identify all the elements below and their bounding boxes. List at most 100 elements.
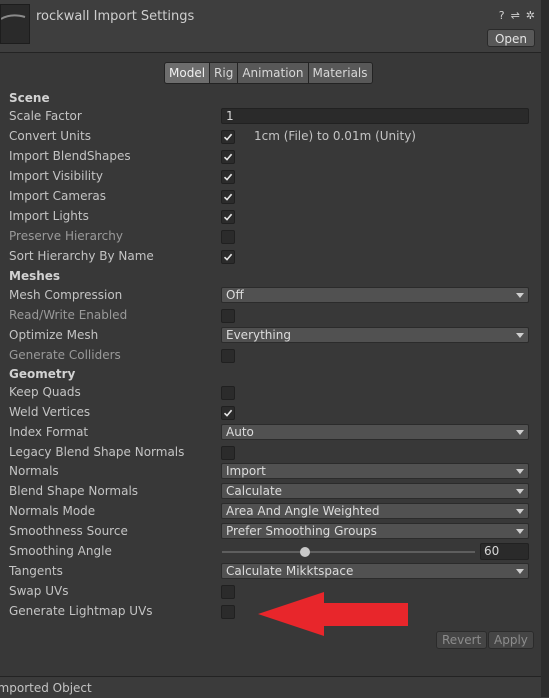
- normals-mode-dropdown[interactable]: Area And Angle Weighted: [221, 503, 529, 519]
- normals-dropdown[interactable]: Import: [221, 463, 529, 479]
- weld-vertices-label: Weld Vertices: [9, 405, 91, 419]
- tangents-value: Calculate Mikktspace: [226, 564, 354, 578]
- smoothing-angle-row: Smoothing Angle 60: [0, 542, 549, 562]
- checkmark-icon: [223, 193, 233, 201]
- mesh-compression-label: Mesh Compression: [9, 288, 123, 302]
- generate-colliders-checkbox[interactable]: [221, 349, 235, 363]
- mesh-compression-row: Mesh Compression Off: [0, 286, 549, 306]
- import-lights-checkbox[interactable]: [221, 210, 235, 224]
- imported-object-footer: Imported Object: [0, 676, 549, 698]
- dropdown-arrow-icon: [516, 489, 524, 494]
- asset-title: rockwall Import Settings: [36, 9, 195, 24]
- smoothness-source-label: Smoothness Source: [9, 524, 128, 538]
- smoothing-angle-slider-thumb[interactable]: [300, 547, 311, 557]
- generate-colliders-label: Generate Colliders: [9, 348, 121, 362]
- keep-quads-label: Keep Quads: [9, 385, 81, 399]
- dropdown-arrow-icon: [516, 333, 524, 338]
- import-cameras-checkbox[interactable]: [221, 190, 235, 204]
- checkmark-icon: [223, 133, 233, 141]
- settings-icon[interactable]: ✲: [526, 9, 535, 22]
- tab-model[interactable]: Model: [165, 63, 211, 83]
- geometry-heading: Geometry: [9, 367, 76, 381]
- blend-shape-normals-value: Calculate: [226, 484, 283, 498]
- generate-colliders-row: Generate Colliders: [0, 346, 549, 366]
- import-cameras-row: Import Cameras: [0, 187, 549, 207]
- sort-hierarchy-row: Sort Hierarchy By Name: [0, 247, 549, 267]
- preset-icon[interactable]: ⇌: [511, 9, 520, 22]
- import-blendshapes-row: Import BlendShapes: [0, 147, 549, 167]
- import-blendshapes-checkbox[interactable]: [221, 150, 235, 164]
- blend-shape-normals-dropdown[interactable]: Calculate: [221, 483, 529, 499]
- scale-factor-row: Scale Factor 1: [0, 107, 549, 127]
- smoothness-source-value: Prefer Smoothing Groups: [226, 524, 377, 538]
- scale-factor-label: Scale Factor: [9, 109, 82, 123]
- import-blendshapes-label: Import BlendShapes: [9, 149, 131, 163]
- lightmap-uvs-checkbox[interactable]: [221, 605, 235, 619]
- tab-materials[interactable]: Materials: [308, 63, 372, 83]
- import-tabs: Model Rig Animation Materials: [164, 62, 373, 84]
- dropdown-arrow-icon: [516, 529, 524, 534]
- dropdown-arrow-icon: [516, 569, 524, 574]
- apply-button[interactable]: Apply: [488, 631, 534, 649]
- meshes-heading: Meshes: [9, 269, 61, 283]
- smoothing-angle-input[interactable]: 60: [480, 543, 529, 560]
- checkmark-icon: [223, 173, 233, 181]
- weld-vertices-checkbox[interactable]: [221, 406, 235, 420]
- normals-label: Normals: [9, 464, 59, 478]
- checkmark-icon: [223, 213, 233, 221]
- lightmap-uvs-label: Generate Lightmap UVs: [9, 604, 153, 618]
- import-visibility-checkbox[interactable]: [221, 170, 235, 184]
- index-format-dropdown[interactable]: Auto: [221, 424, 529, 440]
- revert-button[interactable]: Revert: [436, 631, 488, 649]
- dropdown-arrow-icon: [516, 293, 524, 298]
- scene-heading: Scene: [9, 91, 50, 105]
- imported-object-label: Imported Object: [0, 681, 92, 695]
- blend-shape-normals-row: Blend Shape Normals Calculate: [0, 482, 549, 502]
- smoothness-source-dropdown[interactable]: Prefer Smoothing Groups: [221, 523, 529, 539]
- tangents-dropdown[interactable]: Calculate Mikktspace: [221, 563, 529, 579]
- blend-shape-normals-label: Blend Shape Normals: [9, 484, 139, 498]
- sort-hierarchy-label: Sort Hierarchy By Name: [9, 249, 154, 263]
- keep-quads-checkbox[interactable]: [221, 386, 235, 400]
- normals-row: Normals Import: [0, 462, 549, 482]
- optimize-mesh-dropdown[interactable]: Everything: [221, 327, 529, 343]
- tab-animation[interactable]: Animation: [238, 63, 309, 83]
- mesh-compression-value: Off: [226, 288, 244, 302]
- normals-mode-row: Normals Mode Area And Angle Weighted: [0, 502, 549, 522]
- read-write-row: Read/Write Enabled: [0, 306, 549, 326]
- preserve-hierarchy-checkbox[interactable]: [221, 230, 235, 244]
- checkmark-icon: [223, 253, 233, 261]
- tangents-row: Tangents Calculate Mikktspace: [0, 562, 549, 582]
- index-format-row: Index Format Auto: [0, 423, 549, 443]
- import-cameras-label: Import Cameras: [9, 189, 106, 203]
- import-lights-label: Import Lights: [9, 209, 89, 223]
- import-lights-row: Import Lights: [0, 207, 549, 227]
- read-write-checkbox[interactable]: [221, 309, 235, 323]
- swap-uvs-label: Swap UVs: [9, 584, 69, 598]
- scale-factor-input[interactable]: 1: [221, 108, 529, 124]
- inspector-header: rockwall Import Settings ? ⇌ ✲ Open: [0, 0, 549, 53]
- weld-vertices-row: Weld Vertices: [0, 403, 549, 423]
- convert-units-label: Convert Units: [9, 129, 91, 143]
- legacy-blend-checkbox[interactable]: [221, 446, 235, 460]
- swap-uvs-checkbox[interactable]: [221, 585, 235, 599]
- sort-hierarchy-checkbox[interactable]: [221, 250, 235, 264]
- open-button[interactable]: Open: [486, 29, 535, 47]
- tab-rig[interactable]: Rig: [210, 63, 239, 83]
- mesh-compression-dropdown[interactable]: Off: [221, 287, 529, 303]
- smoothing-angle-label: Smoothing Angle: [9, 544, 112, 558]
- keep-quads-row: Keep Quads: [0, 383, 549, 403]
- import-visibility-label: Import Visibility: [9, 169, 103, 183]
- dropdown-arrow-icon: [516, 469, 524, 474]
- convert-units-checkbox[interactable]: [221, 130, 235, 144]
- normals-value: Import: [226, 464, 266, 478]
- smoothing-angle-slider-track[interactable]: [222, 551, 475, 553]
- optimize-mesh-row: Optimize Mesh Everything: [0, 326, 549, 346]
- convert-units-row: Convert Units 1cm (File) to 0.01m (Unity…: [0, 127, 549, 147]
- read-write-label: Read/Write Enabled: [9, 308, 128, 322]
- optimize-mesh-value: Everything: [226, 328, 291, 342]
- dropdown-arrow-icon: [516, 430, 524, 435]
- index-format-value: Auto: [226, 425, 254, 439]
- help-icon[interactable]: ?: [499, 9, 505, 22]
- legacy-blend-label: Legacy Blend Shape Normals: [9, 445, 185, 459]
